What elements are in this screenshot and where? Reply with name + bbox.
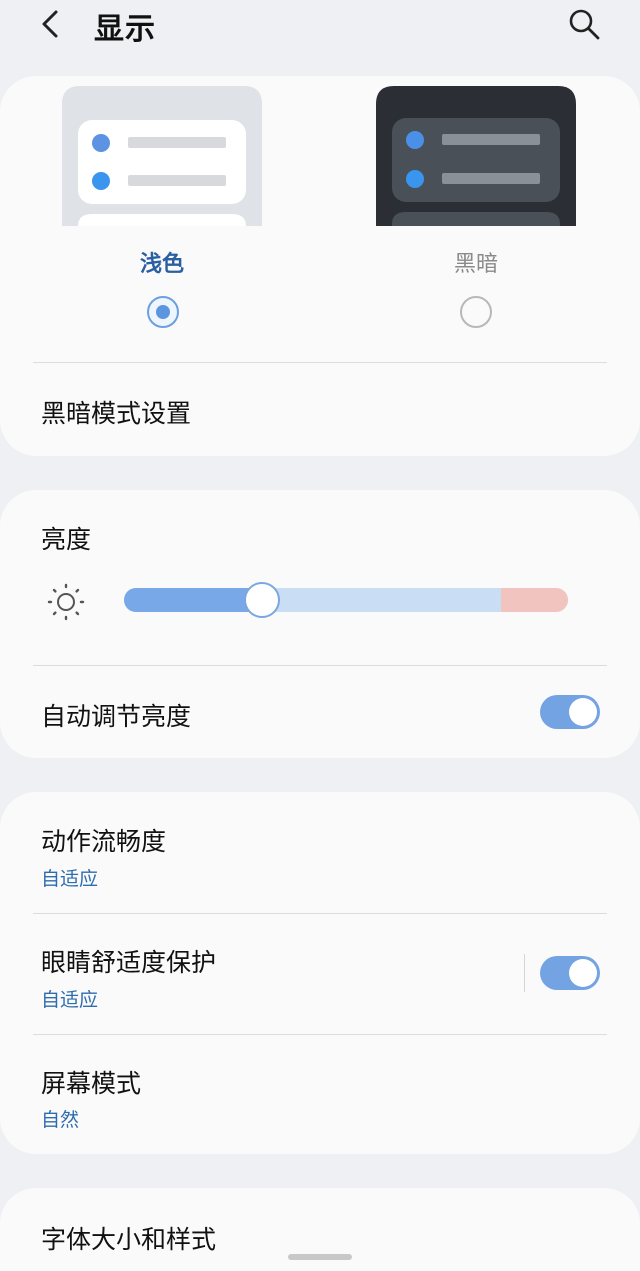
- back-button[interactable]: [34, 6, 70, 42]
- dark-theme-label: 黑暗: [453, 252, 498, 277]
- eye-comfort-value: 自适应: [41, 989, 99, 1011]
- brightness-card: 亮度 自动调节亮度: [0, 490, 640, 758]
- divider: [33, 362, 607, 363]
- app-bar: 显示: [0, 0, 640, 60]
- display-settings-page: 显示 浅色 黑暗 黑暗模式设置 亮度 自动调节亮度 动作流畅度 自适应 眼睛舒适…: [0, 0, 640, 1271]
- auto-brightness-toggle[interactable]: [540, 695, 600, 729]
- font-size-style-item[interactable]: 字体大小和样式: [41, 1220, 216, 1256]
- dark-theme-radio[interactable]: [460, 296, 492, 328]
- divider: [33, 665, 607, 666]
- dark-preview-illustration: [376, 86, 576, 226]
- screen-mode-value: 自然: [41, 1109, 80, 1131]
- toggle-knob: [569, 959, 597, 987]
- search-icon: [569, 9, 600, 40]
- display-options-card: 动作流畅度 自适应 眼睛舒适度保护 自适应 屏幕模式 自然: [0, 792, 640, 1154]
- slider-fill: [124, 588, 262, 612]
- dark-theme-preview[interactable]: [376, 86, 576, 226]
- light-theme-label: 浅色: [139, 252, 184, 277]
- motion-smoothness-title: 动作流畅度: [41, 827, 167, 856]
- divider: [33, 913, 607, 914]
- divider: [33, 1034, 607, 1035]
- search-button[interactable]: [564, 6, 604, 42]
- slider-extra-brightness-zone: [501, 588, 568, 612]
- slider-thumb[interactable]: [244, 582, 280, 618]
- dark-mode-settings-item[interactable]: 黑暗模式设置: [41, 394, 191, 430]
- light-preview-illustration: [62, 86, 262, 226]
- toggle-knob: [569, 698, 597, 726]
- sun-icon: [46, 582, 86, 622]
- light-theme-preview[interactable]: [62, 86, 262, 226]
- auto-brightness-label: 自动调节亮度: [41, 702, 192, 731]
- screen-mode-title: 屏幕模式: [41, 1069, 142, 1098]
- light-theme-radio[interactable]: [147, 296, 179, 328]
- page-title: 显示: [94, 12, 156, 47]
- eye-comfort-title: 眼睛舒适度保护: [41, 948, 217, 977]
- home-indicator: [288, 1254, 352, 1260]
- radio-selected-dot: [156, 305, 170, 319]
- chevron-left-icon: [42, 10, 58, 38]
- eye-comfort-toggle[interactable]: [540, 956, 600, 990]
- motion-smoothness-value: 自适应: [41, 868, 99, 890]
- brightness-title: 亮度: [41, 525, 92, 554]
- theme-card: 浅色 黑暗 黑暗模式设置: [0, 76, 640, 456]
- vertical-separator: [524, 954, 525, 992]
- brightness-slider[interactable]: [124, 582, 568, 618]
- slider-track: [124, 588, 568, 612]
